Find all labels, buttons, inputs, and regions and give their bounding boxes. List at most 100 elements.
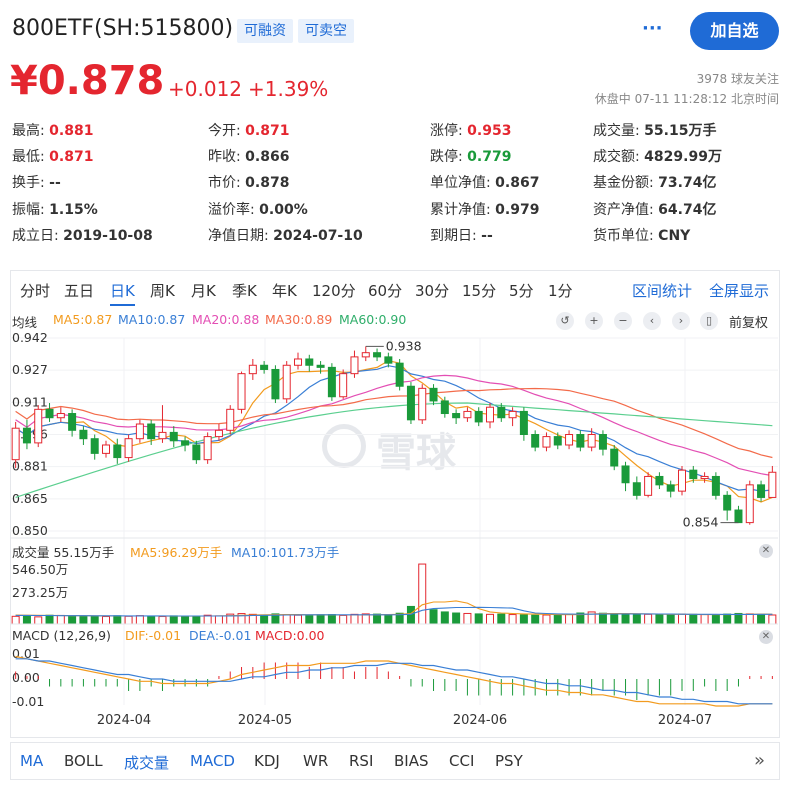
tab-volume[interactable]: 成交量 [124,752,169,773]
volume-bar [485,613,495,625]
volume-ma10-legend: MA10:101.73万手 [231,545,340,560]
candle-body [147,423,156,440]
candle-body [90,438,99,454]
tab-bias[interactable]: BIAS [394,752,429,770]
volume-bar [260,614,269,625]
volume-bar [553,614,562,625]
volume-bar [22,615,31,625]
candle-body [11,427,20,461]
tab-kdj[interactable]: KDJ [254,752,280,770]
volume-bar [113,615,122,625]
volume-bar [147,615,156,625]
candle-body [576,434,585,448]
volume-bar [632,614,641,625]
volume-bar [452,612,461,625]
dea-line [15,658,773,705]
close-macd-icon[interactable]: ✕ [759,630,773,644]
tab-boll[interactable]: BOLL [64,752,103,770]
volume-bar [711,614,720,625]
volume-bar [531,614,540,625]
volume-bar [734,612,743,625]
candle-body [192,444,201,461]
volume-tick-label: 546.50万 [12,562,68,577]
candle-body [757,484,766,498]
candle-body [508,410,517,419]
candle-body [418,387,427,421]
candle-body [497,406,506,419]
candle-body [485,406,495,423]
volume-bar [429,609,438,625]
dif-line [15,655,773,707]
tab-rsi[interactable]: RSI [349,752,373,770]
min-price-label: 0.854 [683,515,719,530]
candle-body [531,434,540,448]
volume-bar [565,613,574,625]
candle-body [632,482,641,496]
candle-body [677,469,687,492]
tab-ma[interactable]: MA [20,752,43,770]
candle-body [655,475,664,486]
volume-bar [339,614,348,625]
candle-body [644,475,653,496]
candle-body [169,431,178,442]
candle-body [598,434,607,450]
x-axis-label: 2024-07 [658,713,712,728]
candle-body [474,410,483,423]
y-tick-label: 0.911 [12,394,48,409]
volume-bar [68,615,77,625]
tab-psy[interactable]: PSY [495,752,523,770]
volume-bar [34,616,43,625]
volume-bar [474,613,483,625]
candle-body [214,429,223,438]
volume-bar [463,612,472,625]
kline-chart[interactable]: 0.9420.9270.9110.8960.8810.8650.8500.938… [0,0,794,793]
candle-body [56,413,65,419]
volume-bar [90,615,99,625]
candle-body [373,352,382,358]
candle-body [440,400,449,415]
tab-wr[interactable]: WR [303,752,328,770]
candle-body [260,364,269,370]
volume-bar [79,615,88,625]
ma10-line [15,365,773,492]
candle-body [361,352,370,358]
volume-bar [327,614,336,625]
volume-bar [11,615,20,625]
macd-legend-title: MACD (12,26,9) [12,628,111,643]
volume-bar [45,614,54,625]
y-tick-label: 0.942 [12,330,48,345]
candle-body [621,465,630,484]
candle-body [463,410,472,419]
volume-bar [497,613,506,625]
volume-bar [305,615,314,625]
volume-bar [158,616,167,625]
volume-bar [124,615,133,625]
expand-icon[interactable]: » [754,750,765,771]
volume-bar [689,613,698,625]
volume-bar [757,613,766,625]
x-axis-label: 2024-05 [238,713,292,728]
candle-body [542,436,551,448]
candle-body [768,471,777,498]
max-price-label: 0.938 [386,338,422,353]
tab-macd[interactable]: MACD [190,752,235,770]
y-tick-label: 0.850 [12,523,48,538]
volume-bar [282,614,291,625]
volume-bar [293,614,303,625]
macd-value-legend: MACD:0.00 [255,628,325,643]
volume-bar [418,563,427,625]
candle-body [384,356,393,364]
volume-bar [598,612,607,625]
close-volume-icon[interactable]: ✕ [759,544,773,558]
volume-bar [666,614,675,625]
candle-body [723,494,732,511]
candle-body [124,438,133,459]
volume-bar [181,615,190,625]
candle-body [429,387,438,402]
tab-cci[interactable]: CCI [449,752,474,770]
candle-body [237,373,246,410]
volume-bar [610,613,619,625]
volume-bar [745,613,754,625]
candle-body [610,448,619,467]
candle-body [34,408,43,444]
